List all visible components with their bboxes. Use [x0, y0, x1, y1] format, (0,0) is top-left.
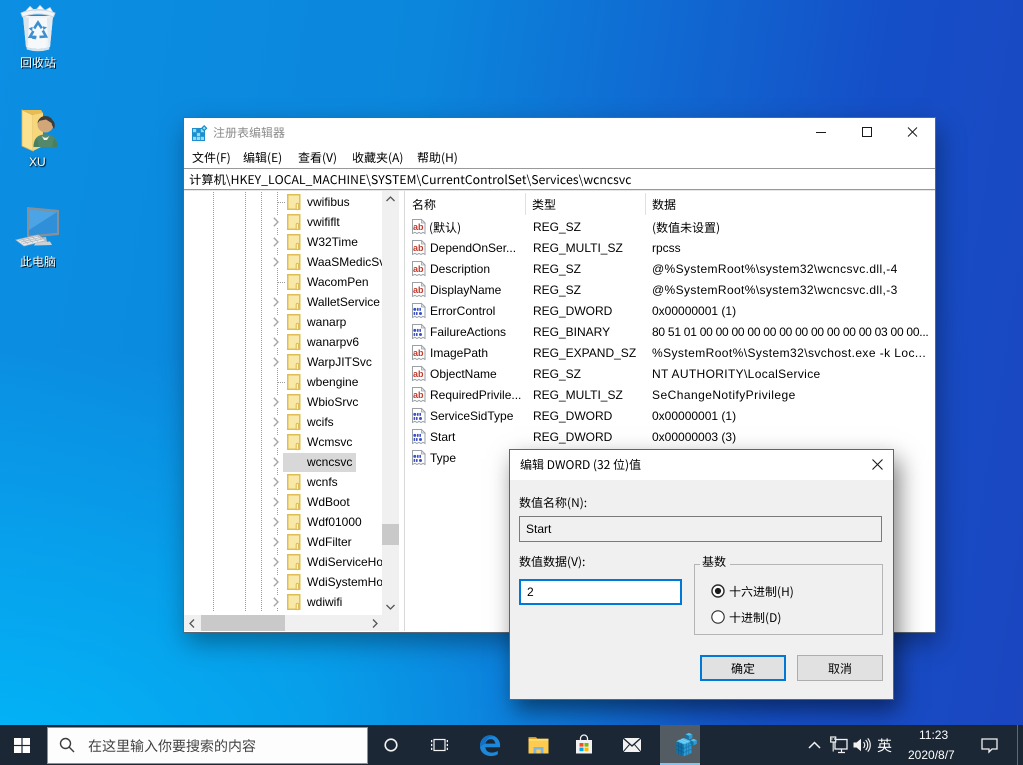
svg-text:ab: ab — [413, 243, 424, 253]
svg-text:ab: ab — [413, 285, 424, 295]
svg-text:ab: ab — [413, 348, 424, 358]
svg-text:ab: ab — [413, 369, 424, 379]
svg-text:ab: ab — [413, 264, 424, 274]
svg-text:ab: ab — [413, 390, 424, 400]
svg-text:ab: ab — [413, 222, 424, 232]
